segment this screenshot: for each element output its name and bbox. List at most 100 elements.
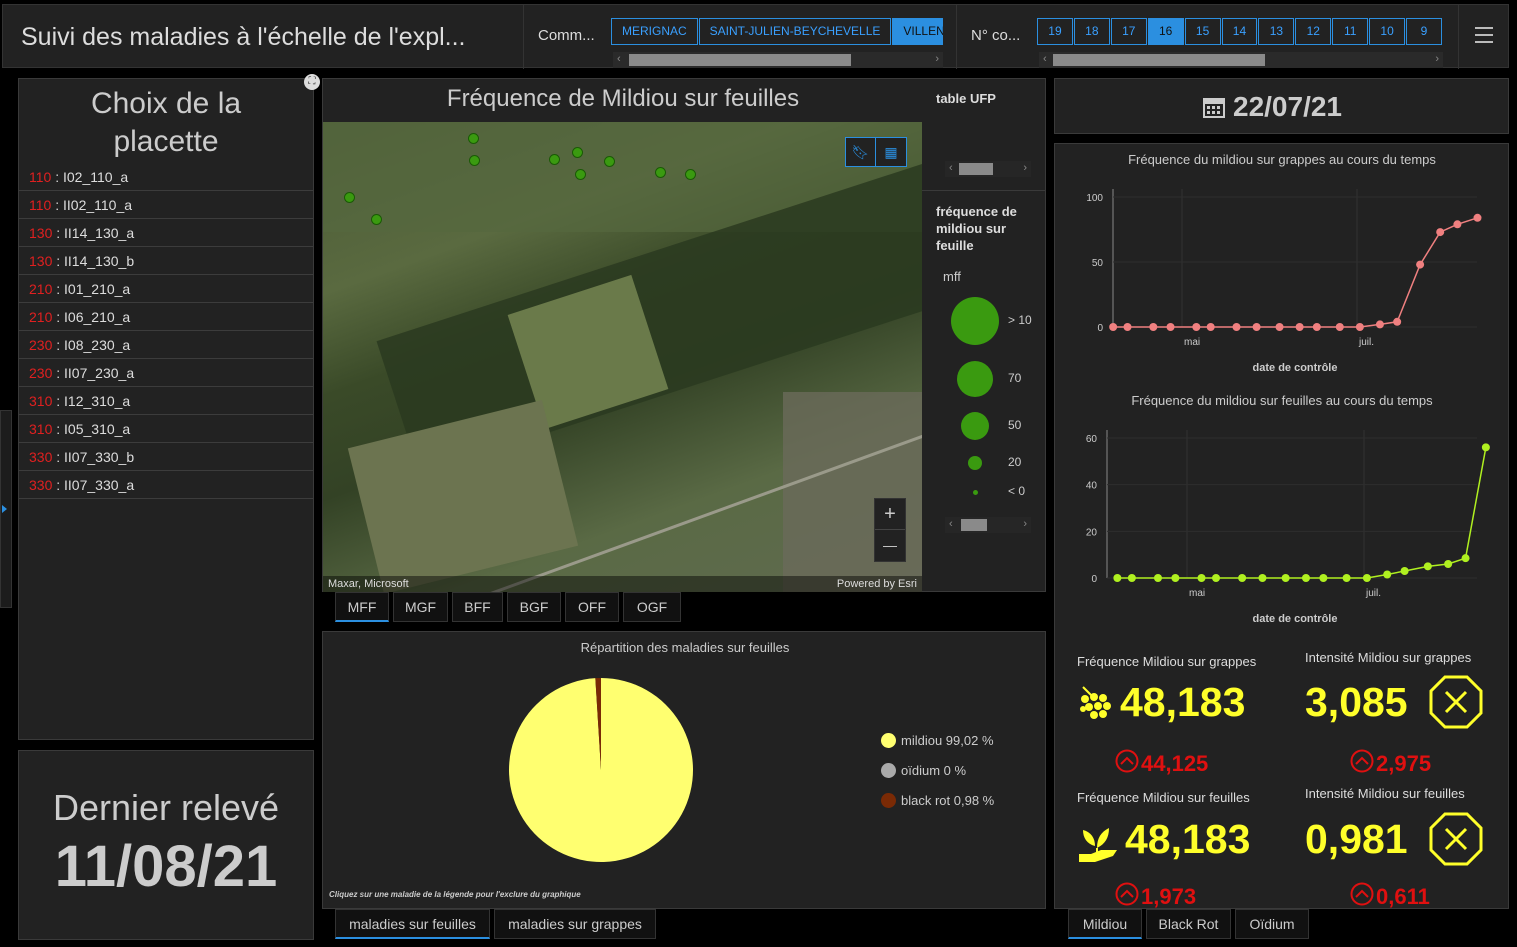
placette-marker[interactable] [371, 214, 382, 225]
zoom-out-button[interactable]: — [875, 530, 905, 561]
legend-scrollbar[interactable]: ‹ › [945, 161, 1031, 177]
placette-item[interactable]: 230 : II07_230_a [19, 359, 313, 387]
controle-button[interactable]: 15 [1184, 18, 1221, 45]
data-point[interactable] [1393, 317, 1402, 326]
placette-marker[interactable] [604, 156, 615, 167]
map-layer-tab[interactable]: MFF [335, 592, 389, 622]
placette-marker[interactable] [469, 155, 480, 166]
placette-item[interactable]: 110 : II02_110_a [19, 191, 313, 219]
placette-marker[interactable] [344, 192, 355, 203]
data-point[interactable] [1362, 574, 1371, 582]
placette-item[interactable]: 330 : II07_330_a [19, 471, 313, 499]
data-point[interactable] [1416, 260, 1425, 269]
data-point[interactable] [1444, 560, 1453, 568]
hamburger-icon[interactable] [1475, 27, 1493, 43]
placette-item[interactable]: 210 : I01_210_a [19, 275, 313, 303]
placette-item[interactable]: 310 : I12_310_a [19, 387, 313, 415]
disease-tab[interactable]: Mildiou [1068, 909, 1142, 939]
controle-button[interactable]: 19 [1037, 18, 1073, 45]
placette-marker[interactable] [468, 133, 479, 144]
placette-item[interactable]: 310 : I05_310_a [19, 415, 313, 443]
controle-button[interactable]: 14 [1221, 18, 1258, 45]
commune-scrollbar[interactable]: ‹ › [613, 52, 943, 68]
placette-item[interactable]: 330 : II07_330_b [19, 443, 313, 471]
data-point[interactable] [1258, 574, 1267, 582]
bookmark-icon[interactable]: 🔖︎ [846, 138, 876, 166]
data-point[interactable] [1166, 323, 1175, 331]
placette-item[interactable]: 230 : I08_230_a [19, 331, 313, 359]
map-layer-tab[interactable]: MGF [393, 592, 448, 622]
controle-button[interactable]: 18 [1073, 18, 1110, 45]
map-layer-tab[interactable]: OGF [623, 592, 681, 622]
data-point[interactable] [1383, 570, 1392, 579]
basemap-gallery-icon[interactable]: ▦ [876, 138, 906, 166]
data-point[interactable] [1197, 574, 1206, 582]
pie-legend-item[interactable]: black rot 0,98 % [881, 793, 994, 808]
data-point[interactable] [1481, 443, 1490, 452]
zoom-in-button[interactable]: + [875, 499, 905, 530]
data-point[interactable] [1295, 323, 1304, 331]
data-point[interactable] [1109, 323, 1118, 331]
legend-scrollbar[interactable]: ‹ › [945, 517, 1031, 533]
data-point[interactable] [1281, 574, 1290, 582]
disease-tab[interactable]: Black Rot [1146, 909, 1231, 939]
data-point[interactable] [1127, 574, 1136, 582]
controle-button[interactable]: 16 [1147, 18, 1184, 45]
commune-button[interactable]: SAINT-JULIEN-BEYCHEVELLE [698, 18, 892, 45]
map-layer-tab[interactable]: OFF [565, 592, 619, 622]
data-point[interactable] [1436, 228, 1445, 237]
data-point[interactable] [1192, 323, 1201, 331]
placette-marker[interactable] [549, 154, 560, 165]
commune-button-selected[interactable]: VILLENA [892, 18, 943, 45]
placette-marker[interactable] [572, 147, 583, 158]
esri-attribution[interactable]: Powered by Esri [837, 578, 917, 590]
data-point[interactable] [1153, 574, 1162, 582]
controle-button[interactable]: 13 [1258, 18, 1295, 45]
pie-tab[interactable]: maladies sur feuilles [335, 909, 490, 939]
data-point[interactable] [1275, 323, 1284, 331]
map-layer-tab[interactable]: BGF [507, 592, 561, 622]
placette-marker[interactable] [655, 167, 666, 178]
data-point[interactable] [1232, 323, 1241, 331]
data-point[interactable] [1238, 574, 1247, 582]
data-point[interactable] [1206, 323, 1215, 331]
controle-scrollbar[interactable]: ‹ › [1039, 52, 1443, 68]
data-point[interactable] [1342, 574, 1351, 582]
pie-legend-item[interactable]: oïdium 0 % [881, 763, 966, 778]
map-layer-tab[interactable]: BFF [452, 592, 503, 622]
placette-marker[interactable] [685, 169, 696, 180]
data-point[interactable] [1355, 323, 1364, 331]
controle-button[interactable]: 12 [1295, 18, 1332, 45]
expand-icon[interactable]: ⛶ [304, 74, 320, 90]
pie-chart[interactable] [509, 678, 709, 878]
controle-button[interactable]: 11 [1332, 18, 1369, 45]
data-point[interactable] [1375, 320, 1384, 329]
data-point[interactable] [1252, 323, 1261, 331]
placette-item[interactable]: 110 : I02_110_a [19, 163, 313, 191]
data-point[interactable] [1149, 323, 1158, 331]
data-point[interactable] [1423, 562, 1432, 571]
placette-item[interactable]: 210 : I06_210_a [19, 303, 313, 331]
data-point[interactable] [1171, 574, 1180, 582]
data-point[interactable] [1319, 574, 1328, 582]
data-point[interactable] [1335, 323, 1344, 331]
controle-button[interactable]: 10 [1369, 18, 1406, 45]
data-point[interactable] [1461, 554, 1470, 563]
data-point[interactable] [1212, 574, 1221, 582]
placette-item[interactable]: 130 : II14_130_b [19, 247, 313, 275]
side-panel-toggle[interactable] [0, 410, 12, 608]
placette-item[interactable]: 130 : II14_130_a [19, 219, 313, 247]
controle-button[interactable]: 17 [1110, 18, 1147, 45]
commune-button[interactable]: MERIGNAC [611, 18, 698, 45]
data-point[interactable] [1453, 220, 1462, 229]
data-point[interactable] [1301, 574, 1310, 582]
data-point[interactable] [1473, 213, 1482, 222]
data-point[interactable] [1400, 567, 1409, 575]
pie-tab[interactable]: maladies sur grappes [494, 909, 656, 939]
pie-legend-item[interactable]: mildiou 99,02 % [881, 733, 994, 748]
controle-button[interactable]: 9 [1406, 18, 1442, 45]
placette-marker[interactable] [575, 169, 586, 180]
data-point[interactable] [1312, 323, 1321, 331]
disease-tab[interactable]: Oïdium [1235, 909, 1309, 939]
map-view[interactable]: 🔖︎ ▦ + — Maxar, Microsoft Powered by Esr… [323, 122, 922, 592]
